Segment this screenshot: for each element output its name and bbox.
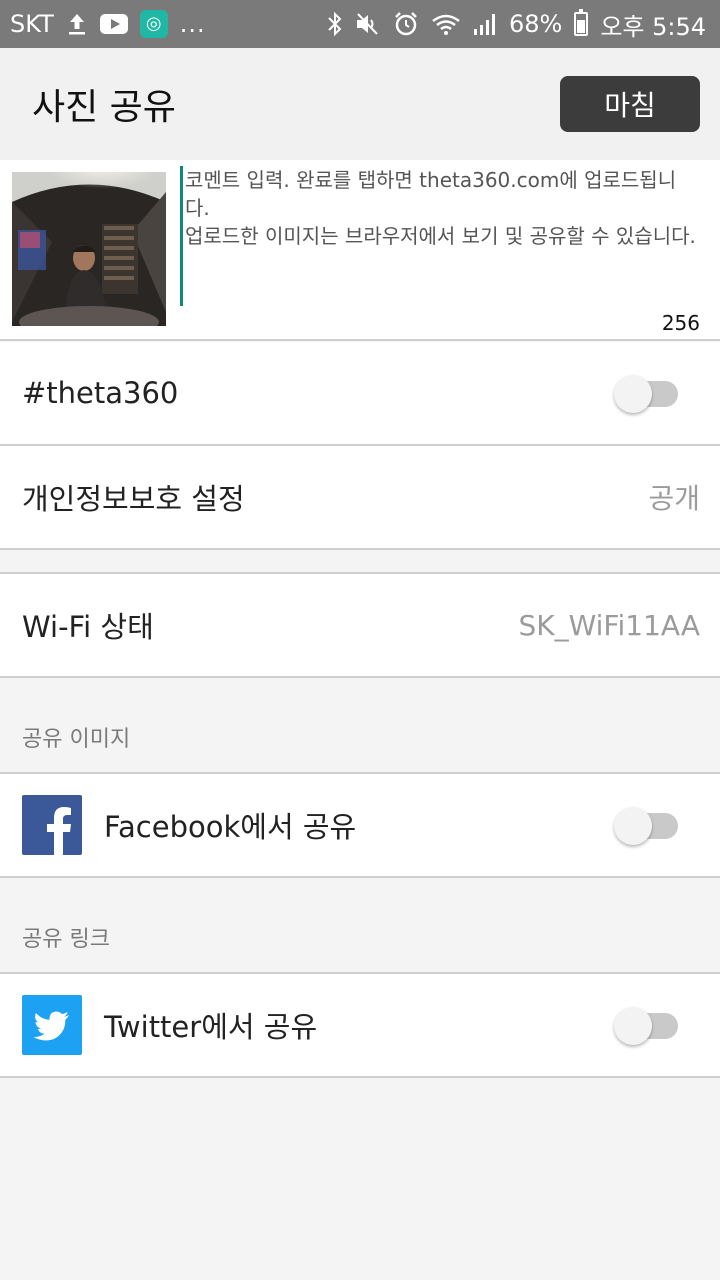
alarm-icon — [393, 11, 419, 37]
privacy-value: 공개 — [648, 482, 700, 515]
comment-input[interactable] — [180, 166, 700, 306]
toggle-thumb — [614, 807, 652, 845]
mute-icon — [355, 12, 381, 36]
page-title: 사진 공유 — [32, 87, 176, 128]
twitter-share-row[interactable]: Twitter에서 공유 — [0, 974, 720, 1078]
hashtag-row[interactable]: #theta360 — [0, 342, 720, 446]
comment-section: 256 — [0, 160, 720, 341]
share-image-header: 공유 이미지 — [0, 678, 720, 774]
more-notifications-icon: ... — [179, 10, 206, 38]
wifi-status-row[interactable]: Wi-Fi 상태 SK_WiFi11AA — [0, 574, 720, 678]
status-bar: SKT ◎ ... 68% 오후 5:54 — [0, 0, 720, 48]
toggle-thumb — [614, 1007, 652, 1045]
twitter-share-left: Twitter에서 공유 — [22, 995, 317, 1055]
privacy-label: 개인정보보호 설정 — [22, 482, 245, 516]
facebook-icon — [22, 795, 82, 855]
signal-icon — [473, 12, 497, 36]
wifi-icon — [431, 12, 461, 36]
twitter-icon — [22, 995, 82, 1055]
youtube-icon — [99, 14, 128, 34]
facebook-share-left: Facebook에서 공유 — [22, 795, 356, 855]
photo-thumbnail — [12, 172, 166, 326]
carrier-label: SKT — [10, 10, 54, 38]
twitter-share-label: Twitter에서 공유 — [104, 1010, 318, 1044]
facebook-share-row[interactable]: Facebook에서 공유 — [0, 774, 720, 878]
share-image-header-label: 공유 이미지 — [22, 727, 131, 752]
upload-icon — [66, 12, 88, 36]
twitter-share-toggle[interactable] — [614, 1007, 678, 1045]
section-divider — [0, 550, 720, 574]
bluetooth-icon — [327, 11, 343, 37]
photo-thumbnail-image — [12, 172, 166, 326]
status-bar-left: SKT ◎ ... — [10, 10, 206, 38]
theta-app-icon: ◎ — [139, 10, 168, 38]
clock: 오후 5:54 — [600, 12, 706, 41]
wifi-label: Wi-Fi 상태 — [22, 610, 154, 644]
wifi-value: SK_WiFi11AA — [518, 608, 700, 642]
share-link-header-label: 공유 링크 — [22, 927, 110, 952]
hashtag-label: #theta360 — [22, 376, 179, 410]
toggle-thumb — [614, 375, 652, 413]
privacy-setting-row[interactable]: 개인정보보호 설정 공개 — [0, 446, 720, 550]
share-link-header: 공유 링크 — [0, 878, 720, 974]
status-bar-right: 68% 오후 5:54 — [327, 7, 706, 42]
facebook-share-label: Facebook에서 공유 — [104, 810, 357, 844]
facebook-share-toggle[interactable] — [614, 807, 678, 845]
battery-percent: 68% — [508, 10, 563, 38]
hashtag-toggle[interactable] — [614, 375, 678, 413]
app-bar: 사진 공유 마침 — [0, 48, 720, 160]
battery-icon — [574, 9, 589, 36]
character-counter: 256 — [661, 311, 700, 335]
done-button[interactable]: 마침 — [560, 76, 700, 132]
